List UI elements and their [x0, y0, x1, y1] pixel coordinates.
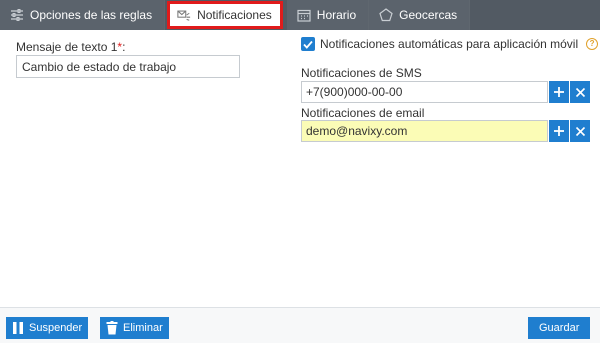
delete-label: Eliminar	[123, 322, 163, 334]
rule-editor-panel: Opciones de las reglas Notificaciones Ho…	[0, 0, 600, 343]
tab-notifications[interactable]: Notificaciones	[167, 1, 283, 29]
message-text-label: Mensaje de texto 1*:	[16, 40, 125, 54]
checkmark-icon	[303, 40, 313, 49]
suspend-button[interactable]: Suspender	[6, 317, 89, 339]
label-colon: :	[122, 40, 126, 54]
calendar-icon	[297, 8, 311, 22]
remove-sms-button[interactable]	[570, 81, 590, 103]
tab-label: Geocercas	[399, 8, 458, 22]
add-email-button[interactable]	[549, 120, 570, 142]
tab-label: Opciones de las reglas	[30, 8, 153, 22]
remove-email-button[interactable]	[570, 120, 590, 142]
tab-label: Horario	[316, 8, 357, 22]
delete-button[interactable]: Eliminar	[100, 317, 169, 339]
suspend-label: Suspender	[29, 322, 83, 334]
tab-bar: Opciones de las reglas Notificaciones Ho…	[0, 0, 600, 30]
pause-icon	[13, 322, 23, 334]
auto-notifications-label: Notificaciones automáticas para aplicaci…	[320, 37, 579, 51]
close-icon	[575, 87, 585, 97]
auto-notifications-row: Notificaciones automáticas para aplicaci…	[301, 37, 599, 51]
sliders-icon	[10, 8, 24, 22]
message-label-text: Mensaje de texto 1	[16, 40, 118, 54]
tab-schedule[interactable]: Horario	[286, 0, 370, 30]
pentagon-icon	[379, 8, 393, 22]
tab-label: Notificaciones	[197, 8, 272, 22]
tab-geofences[interactable]: Geocercas	[369, 0, 471, 30]
auto-notifications-checkbox[interactable]	[301, 37, 315, 51]
sms-input[interactable]	[301, 81, 549, 103]
notification-icon	[177, 8, 191, 22]
help-icon[interactable]: ?	[586, 38, 599, 50]
email-label: Notificaciones de email	[301, 106, 425, 120]
plus-icon	[554, 87, 565, 97]
save-button[interactable]: Guardar	[528, 317, 591, 339]
trash-icon	[106, 321, 118, 335]
save-label: Guardar	[539, 322, 580, 334]
email-input[interactable]	[301, 120, 549, 142]
sms-label: Notificaciones de SMS	[301, 66, 422, 80]
plus-icon	[554, 126, 565, 136]
tab-rule-options[interactable]: Opciones de las reglas	[0, 0, 166, 30]
sms-field-row	[301, 81, 590, 103]
close-icon	[575, 126, 585, 136]
footer-toolbar: Suspender Eliminar Guardar	[0, 307, 600, 343]
add-sms-button[interactable]	[549, 81, 570, 103]
email-field-row	[301, 120, 590, 142]
message-text-input[interactable]	[16, 55, 240, 78]
